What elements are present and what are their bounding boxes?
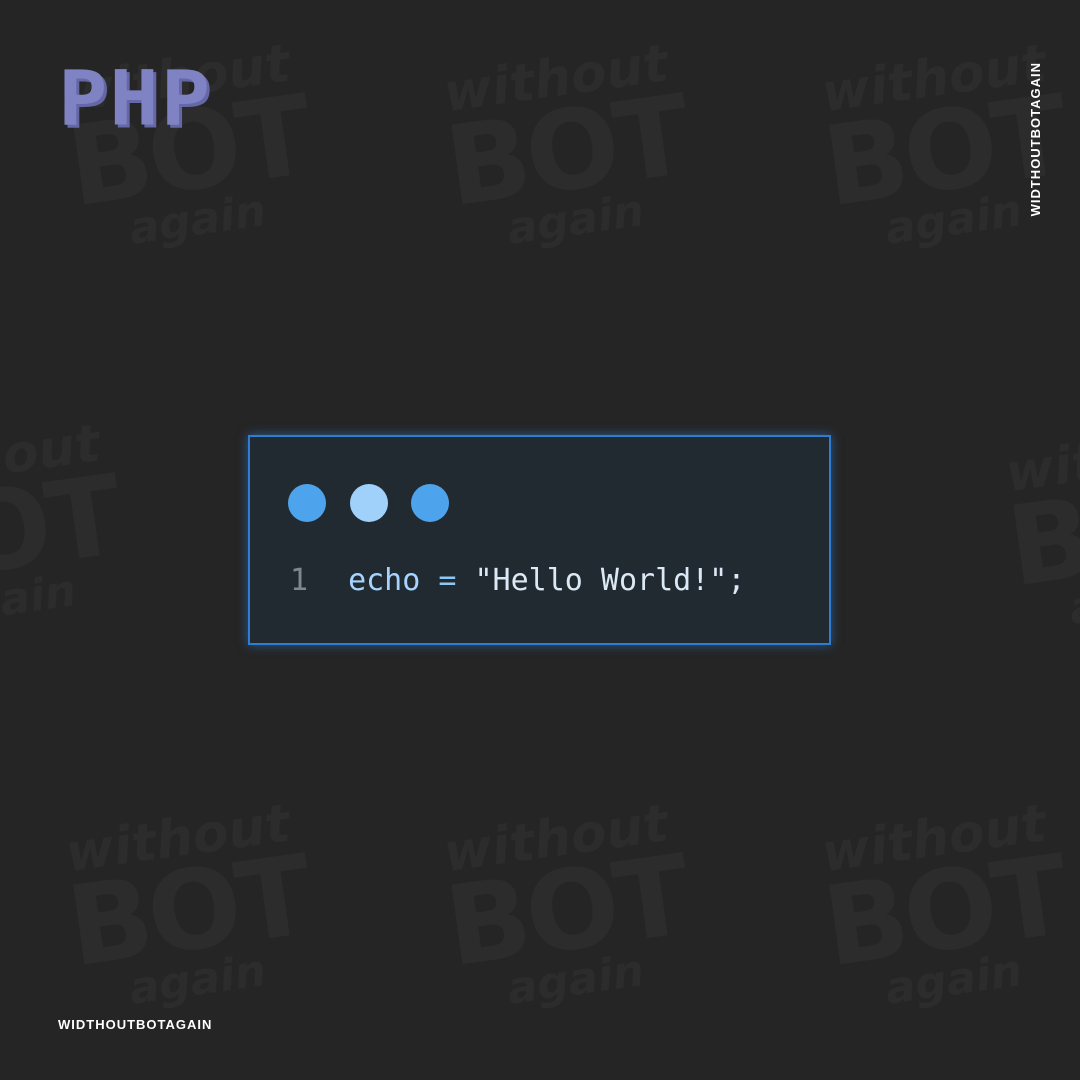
watermark-text: again <box>126 944 270 1015</box>
watermark-text: without <box>818 793 1050 885</box>
watermark-text: without <box>0 413 104 505</box>
php-logo: PHP <box>58 55 213 143</box>
watermark: without BOT again <box>812 793 1080 1050</box>
watermark-text: again <box>126 184 270 255</box>
code-line: 1 echo = "Hello World!"; <box>290 561 745 601</box>
code-operator: = <box>420 563 475 598</box>
window-dot-icon <box>288 484 326 522</box>
watermark-text: without <box>440 793 672 885</box>
watermark-text: BOT <box>1000 450 1080 612</box>
side-brand-label: WIDTHOUTBOTAGAIN <box>1028 62 1043 217</box>
watermark-text: without <box>818 33 1050 125</box>
bottom-brand-label: WIDTHOUTBOTAGAIN <box>58 1017 213 1032</box>
watermark-text: BOT <box>816 830 1073 992</box>
watermark-text: without <box>1002 413 1080 505</box>
watermark-text: BOT <box>438 830 695 992</box>
watermark-text: BOT <box>438 70 695 232</box>
window-dot-icon <box>411 484 449 522</box>
watermark-text: BOT <box>0 450 127 612</box>
watermark-text: again <box>504 184 648 255</box>
watermark-text: without <box>440 33 672 125</box>
line-number: 1 <box>290 563 309 598</box>
watermark-text: again <box>1066 564 1080 635</box>
code-window: 1 echo = "Hello World!"; <box>248 435 831 645</box>
watermark-text: BOT <box>60 830 317 992</box>
watermark: without BOT again <box>996 413 1080 670</box>
watermark-text: without <box>62 793 294 885</box>
code-keyword: echo <box>348 563 421 598</box>
code-terminator: ; <box>727 563 746 598</box>
watermark-text: again <box>0 564 80 635</box>
watermark: without BOT again <box>434 793 702 1050</box>
watermark: without BOT again <box>56 793 324 1050</box>
window-dot-icon <box>350 484 388 522</box>
watermark: without BOT again <box>434 33 702 290</box>
watermark: without BOT again <box>0 413 134 670</box>
watermark-text: again <box>882 944 1026 1015</box>
watermark-text: again <box>504 944 648 1015</box>
code-string: "Hello World!" <box>474 563 728 598</box>
